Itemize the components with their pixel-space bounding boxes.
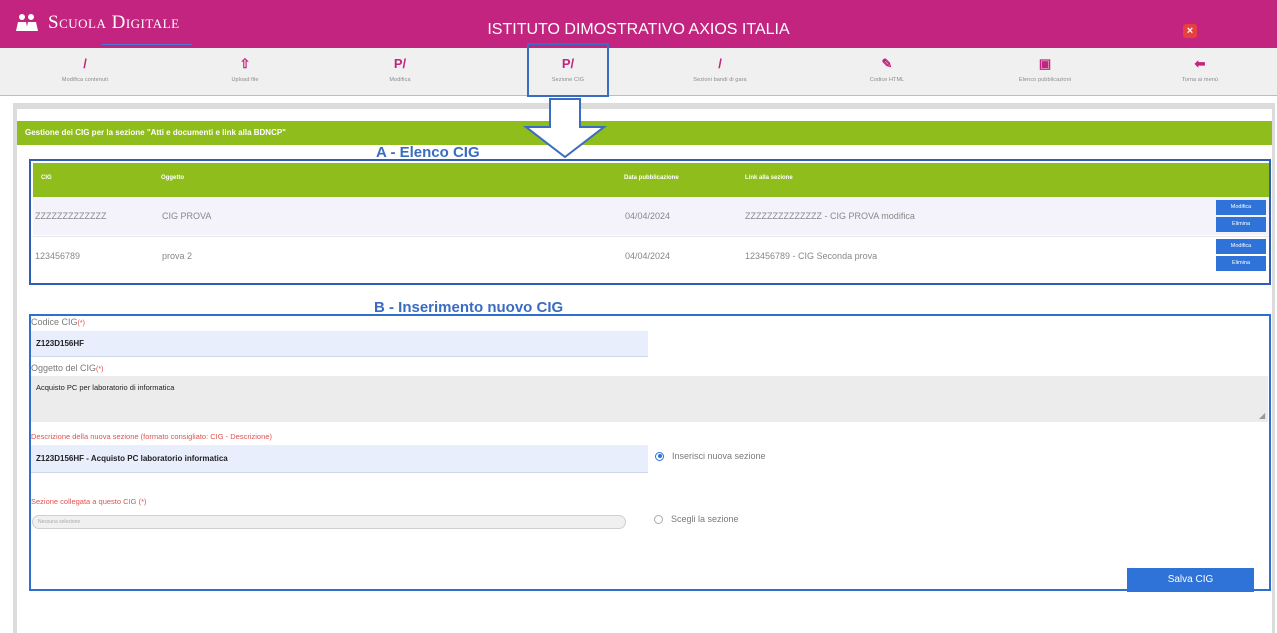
cig-subject-textarea[interactable]: Acquisto PC per laboratorio di informati… <box>31 376 1268 422</box>
cig-subject-label: Oggetto del CIG(*) <box>31 363 103 373</box>
table-header: CIG Oggetto Data pubblicazione Link alla… <box>33 163 1269 197</box>
toolbar-upload-file[interactable]: ⇧ Upload file <box>185 48 305 96</box>
linked-section-select[interactable]: Nessuna selezione <box>32 515 626 529</box>
column-header-link: Link alla sezione <box>745 175 793 181</box>
column-header-oggetto: Oggetto <box>161 175 184 181</box>
toolbar-label: Elenco pubblicazioni <box>1018 77 1072 83</box>
table-row: 123456789 prova 2 04/04/2024 123456789 -… <box>33 236 1269 274</box>
delete-button[interactable]: Elimina <box>1216 217 1266 232</box>
cig-code-label: Codice CIG(*) <box>31 317 85 327</box>
cell-oggetto: prova 2 <box>162 251 193 261</box>
toolbar-label: Sezione CIG <box>551 77 585 83</box>
toolbar: / Modifica contenuti ⇧ Upload file P/ Mo… <box>0 48 1277 96</box>
toolbar-sezioni-bandi[interactable]: / Sezioni bandi di gara <box>660 48 780 96</box>
resize-grip-icon[interactable]: ◢ <box>1259 412 1267 420</box>
toolbar-label: Modifica contenuti <box>61 77 109 83</box>
table-row: ZZZZZZZZZZZZZ CIG PROVA 04/04/2024 ZZZZZ… <box>33 197 1269 235</box>
pencil-icon: / <box>83 56 87 71</box>
required-mark: (*) <box>77 320 85 327</box>
toolbar-sezione-cig[interactable]: P/ Sezione CIG <box>508 48 628 96</box>
arrow-down-icon <box>523 98 607 159</box>
section-description-input[interactable] <box>31 445 648 473</box>
radio-selected-icon <box>655 451 664 461</box>
radio-unselected-icon <box>654 514 663 524</box>
cig-code-input[interactable] <box>31 331 648 357</box>
edit-button[interactable]: Modifica <box>1216 239 1266 254</box>
cell-cig: ZZZZZZZZZZZZZ <box>35 211 107 221</box>
cell-data: 04/04/2024 <box>625 251 671 261</box>
toolbar-elenco-pubblicazioni[interactable]: ▣ Elenco pubblicazioni <box>985 48 1105 96</box>
toolbar-label: Sezioni bandi di gara <box>693 77 747 83</box>
toolbar-label: Upload file <box>231 77 259 83</box>
delete-button[interactable]: Elimina <box>1216 256 1266 271</box>
linked-section-label: Sezione collegata a questo CIG (*) <box>31 497 147 506</box>
pencil-icon: / <box>718 56 722 71</box>
upload-icon: ⇧ <box>239 56 251 71</box>
school-name: ISTITUTO DIMOSTRATIVO AXIOS ITALIA <box>487 21 790 38</box>
toolbar-modifica-contenuti[interactable]: / Modifica contenuti <box>25 48 145 96</box>
app-header: Scuola Digitale ISTITUTO DIMOSTRATIVO AX… <box>0 0 1277 48</box>
cell-link: 123456789 - CIG Seconda prova <box>745 251 878 261</box>
radio-new-section[interactable]: Inserisci nuova sezione <box>655 451 766 461</box>
edit-paragraph-icon: P/ <box>561 56 575 71</box>
radio-choose-section-label: Scegli la sezione <box>671 514 739 524</box>
cell-data: 04/04/2024 <box>625 211 671 221</box>
column-header-data: Data pubblicazione <box>624 175 679 181</box>
brush-icon: ✎ <box>881 56 893 71</box>
required-mark: (*) <box>96 366 104 373</box>
cell-oggetto: CIG PROVA <box>162 211 212 221</box>
radio-choose-section[interactable]: Scegli la sezione <box>654 514 739 524</box>
toolbar-torna-menu[interactable]: ⬅ Torna ai menù <box>1140 48 1260 96</box>
logo-underline <box>102 44 192 45</box>
cell-link: ZZZZZZZZZZZZZZ - CIG PROVA modifica <box>745 211 915 221</box>
section-description-label: Descrizione della nuova sezione (formato… <box>31 432 272 441</box>
edit-button[interactable]: Modifica <box>1216 200 1266 215</box>
toolbar-codice-html[interactable]: ✎ Codice HTML <box>827 48 947 96</box>
toolbar-label: Codice HTML <box>869 77 905 83</box>
document-icon: ▣ <box>1038 56 1052 71</box>
arrow-left-icon: ⬅ <box>1194 56 1206 71</box>
radio-new-section-label: Inserisci nuova sezione <box>672 451 766 461</box>
column-header-cig: CIG <box>41 175 52 181</box>
toolbar-modifica[interactable]: P/ Modifica <box>340 48 460 96</box>
toolbar-label: Modifica <box>389 77 411 83</box>
cig-subject-label-text: Oggetto del CIG <box>31 363 97 373</box>
toolbar-label: Torna ai menù <box>1181 77 1219 83</box>
close-button[interactable]: × <box>1183 24 1197 38</box>
section-title: Gestione dei CIG per la sezione "Atti e … <box>17 121 1272 145</box>
edit-paragraph-icon: P/ <box>393 56 407 71</box>
cig-table: CIG Oggetto Data pubblicazione Link alla… <box>29 159 1271 285</box>
cig-code-label-text: Codice CIG <box>31 317 78 327</box>
save-cig-button[interactable]: Salva CIG <box>1127 568 1254 592</box>
cell-cig: 123456789 <box>35 251 81 261</box>
